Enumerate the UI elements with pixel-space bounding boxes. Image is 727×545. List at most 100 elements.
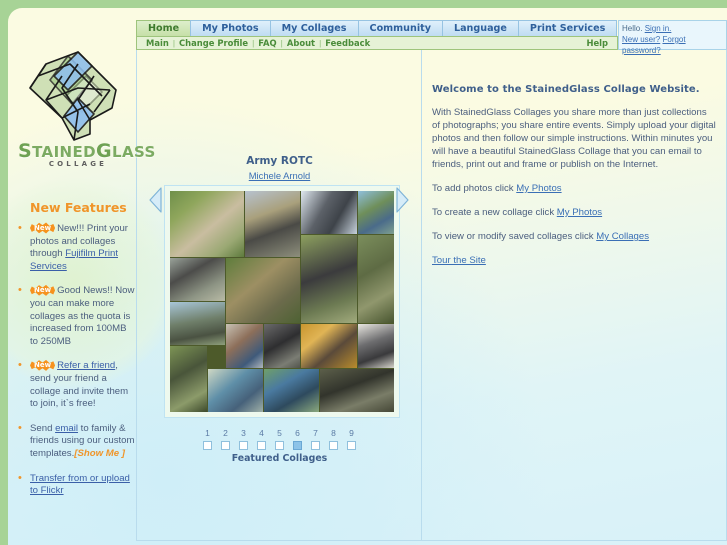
- pagination-numbers: 1 2 3 4 5 6 7 8 9: [137, 428, 422, 438]
- logo-wordmark: STAINEDGLASS: [18, 140, 156, 162]
- page-number[interactable]: 2: [221, 428, 230, 438]
- collage-pagination: 1 2 3 4 5 6 7 8 9 Featured Collages: [137, 428, 422, 464]
- new-features-list: NewNew!!! Print your photos and collages…: [14, 222, 136, 498]
- page-number[interactable]: 3: [239, 428, 248, 438]
- login-box: Hello. Sign in. New user? Forgot passwor…: [618, 20, 727, 55]
- collage-tile[interactable]: [320, 368, 394, 412]
- page-number[interactable]: 9: [347, 428, 356, 438]
- page-number[interactable]: 8: [329, 428, 338, 438]
- collage-tile[interactable]: [170, 191, 244, 257]
- collage-tile[interactable]: [170, 257, 226, 301]
- page-number[interactable]: 7: [311, 428, 320, 438]
- next-collage-button[interactable]: [395, 187, 409, 213]
- collage-tile[interactable]: [357, 235, 394, 324]
- stained-glass-logo-icon: [29, 51, 117, 141]
- list-item: NewNew!!! Print your photos and collages…: [14, 222, 136, 273]
- tour-the-site-row: Tour the Site: [432, 254, 717, 267]
- collage-tile[interactable]: [301, 324, 357, 368]
- secondary-nav: Main | Change Profile | FAQ | About | Fe…: [136, 36, 618, 50]
- page-number[interactable]: 6: [293, 428, 302, 438]
- collage-title: Army ROTC: [246, 155, 313, 167]
- page-checkbox[interactable]: [311, 441, 320, 450]
- welcome-body: With StainedGlass Collages you share mor…: [432, 107, 716, 170]
- page-checkbox[interactable]: [275, 441, 284, 450]
- subnav-item-change-profile[interactable]: Change Profile: [175, 38, 252, 48]
- email-link[interactable]: email: [55, 423, 78, 434]
- my-photos-link[interactable]: My Photos: [557, 207, 602, 218]
- new-features-panel: New Features NewNew!!! Print your photos…: [14, 200, 136, 510]
- collage-tile[interactable]: [263, 368, 319, 412]
- collage-frame[interactable]: [164, 185, 400, 418]
- collage-tile[interactable]: [357, 324, 394, 368]
- subnav-item-help[interactable]: Help: [582, 38, 612, 48]
- subnav-item-about[interactable]: About: [283, 38, 319, 48]
- new-features-title: New Features: [30, 200, 127, 215]
- collage-tile[interactable]: [170, 346, 207, 412]
- collage-tile[interactable]: [207, 368, 263, 412]
- site-logo[interactable]: STAINEDGLASS COLLAGE: [16, 46, 156, 186]
- page-checkbox-selected[interactable]: [293, 441, 302, 450]
- page-checkbox[interactable]: [347, 441, 356, 450]
- page-checkbox[interactable]: [221, 441, 230, 450]
- collage-tile[interactable]: [245, 191, 301, 257]
- page-checkbox[interactable]: [239, 441, 248, 450]
- cta-add-photos: To add photos click My Photos: [432, 182, 717, 195]
- list-item: Transfer from or upload to Flickr: [14, 471, 136, 498]
- collage-tile[interactable]: [226, 257, 301, 324]
- new-user-link[interactable]: New user?: [622, 35, 660, 44]
- triangle-right-icon: [396, 187, 409, 213]
- page-checkbox[interactable]: [257, 441, 266, 450]
- new-badge-icon: New: [30, 284, 56, 296]
- content-area: Army ROTC Michele Arnold 1 2 3 4 5 6 7 8…: [136, 50, 727, 541]
- collage-author: Michele Arnold: [137, 170, 422, 181]
- list-item: NewGood News!! Now you can make more col…: [14, 284, 136, 348]
- page-number[interactable]: 5: [275, 428, 284, 438]
- cta-create-collage: To create a new collage click My Photos: [432, 206, 717, 219]
- collage-tile[interactable]: [170, 302, 226, 346]
- collage-tile[interactable]: [301, 191, 357, 235]
- collage-author-link[interactable]: Michele Arnold: [249, 170, 311, 181]
- refer-a-friend-link[interactable]: Refer a friend: [57, 360, 115, 371]
- cta-text: To view or modify saved collages click: [432, 231, 597, 242]
- prev-collage-button[interactable]: [149, 187, 163, 213]
- triangle-left-icon: [149, 187, 162, 213]
- collage-tile[interactable]: [301, 235, 357, 324]
- collage-mosaic[interactable]: [170, 191, 394, 412]
- page-card: STAINEDGLASS COLLAGE New Features NewNew…: [8, 8, 727, 545]
- tab-home[interactable]: Home: [136, 20, 192, 36]
- flickr-transfer-link[interactable]: Transfer from or upload to Flickr: [30, 473, 130, 497]
- featured-collage-column: Army ROTC Michele Arnold 1 2 3 4 5 6 7 8…: [137, 50, 422, 540]
- tab-my-photos[interactable]: My Photos: [190, 20, 271, 36]
- page-checkbox[interactable]: [329, 441, 338, 450]
- featured-collages-label: Featured Collages: [231, 453, 328, 464]
- welcome-panel: Welcome to the StainedGlass Collage Webs…: [432, 83, 717, 278]
- cta-text: To add photos click: [432, 183, 517, 194]
- pagination-checkboxes: [137, 441, 422, 450]
- welcome-heading: Welcome to the StainedGlass Collage Webs…: [432, 84, 700, 95]
- new-badge-icon: New: [30, 359, 56, 371]
- collage-tile[interactable]: [357, 191, 394, 235]
- subnav-item-main[interactable]: Main: [142, 38, 173, 48]
- sidebar: STAINEDGLASS COLLAGE New Features NewNew…: [8, 8, 156, 545]
- tour-the-site-link[interactable]: Tour the Site: [432, 255, 486, 266]
- show-me-link[interactable]: [Show Me ]: [74, 448, 125, 459]
- my-photos-link[interactable]: My Photos: [516, 183, 561, 194]
- subnav-item-feedback[interactable]: Feedback: [321, 38, 374, 48]
- tab-community[interactable]: Community: [357, 20, 443, 36]
- tab-my-collages[interactable]: My Collages: [269, 20, 359, 36]
- main-frame: Home My Photos My Collages Community Lan…: [136, 20, 727, 541]
- collage-tile[interactable]: [263, 324, 301, 368]
- page-number[interactable]: 4: [257, 428, 266, 438]
- login-greeting-row: Hello. Sign in.: [622, 23, 723, 34]
- tab-print-services[interactable]: Print Services: [517, 20, 618, 36]
- primary-tabs: Home My Photos My Collages Community Lan…: [136, 20, 618, 36]
- subnav-item-faq[interactable]: FAQ: [254, 38, 280, 48]
- page-number[interactable]: 1: [203, 428, 212, 438]
- sign-in-link[interactable]: Sign in.: [645, 24, 672, 33]
- list-item: Send email to family & friends using our…: [14, 422, 136, 461]
- collage-tile[interactable]: [226, 324, 263, 368]
- my-collages-link[interactable]: My Collages: [596, 231, 649, 242]
- tab-language[interactable]: Language: [441, 20, 519, 36]
- list-item: NewRefer a friend, send your friend a co…: [14, 359, 136, 410]
- page-checkbox[interactable]: [203, 441, 212, 450]
